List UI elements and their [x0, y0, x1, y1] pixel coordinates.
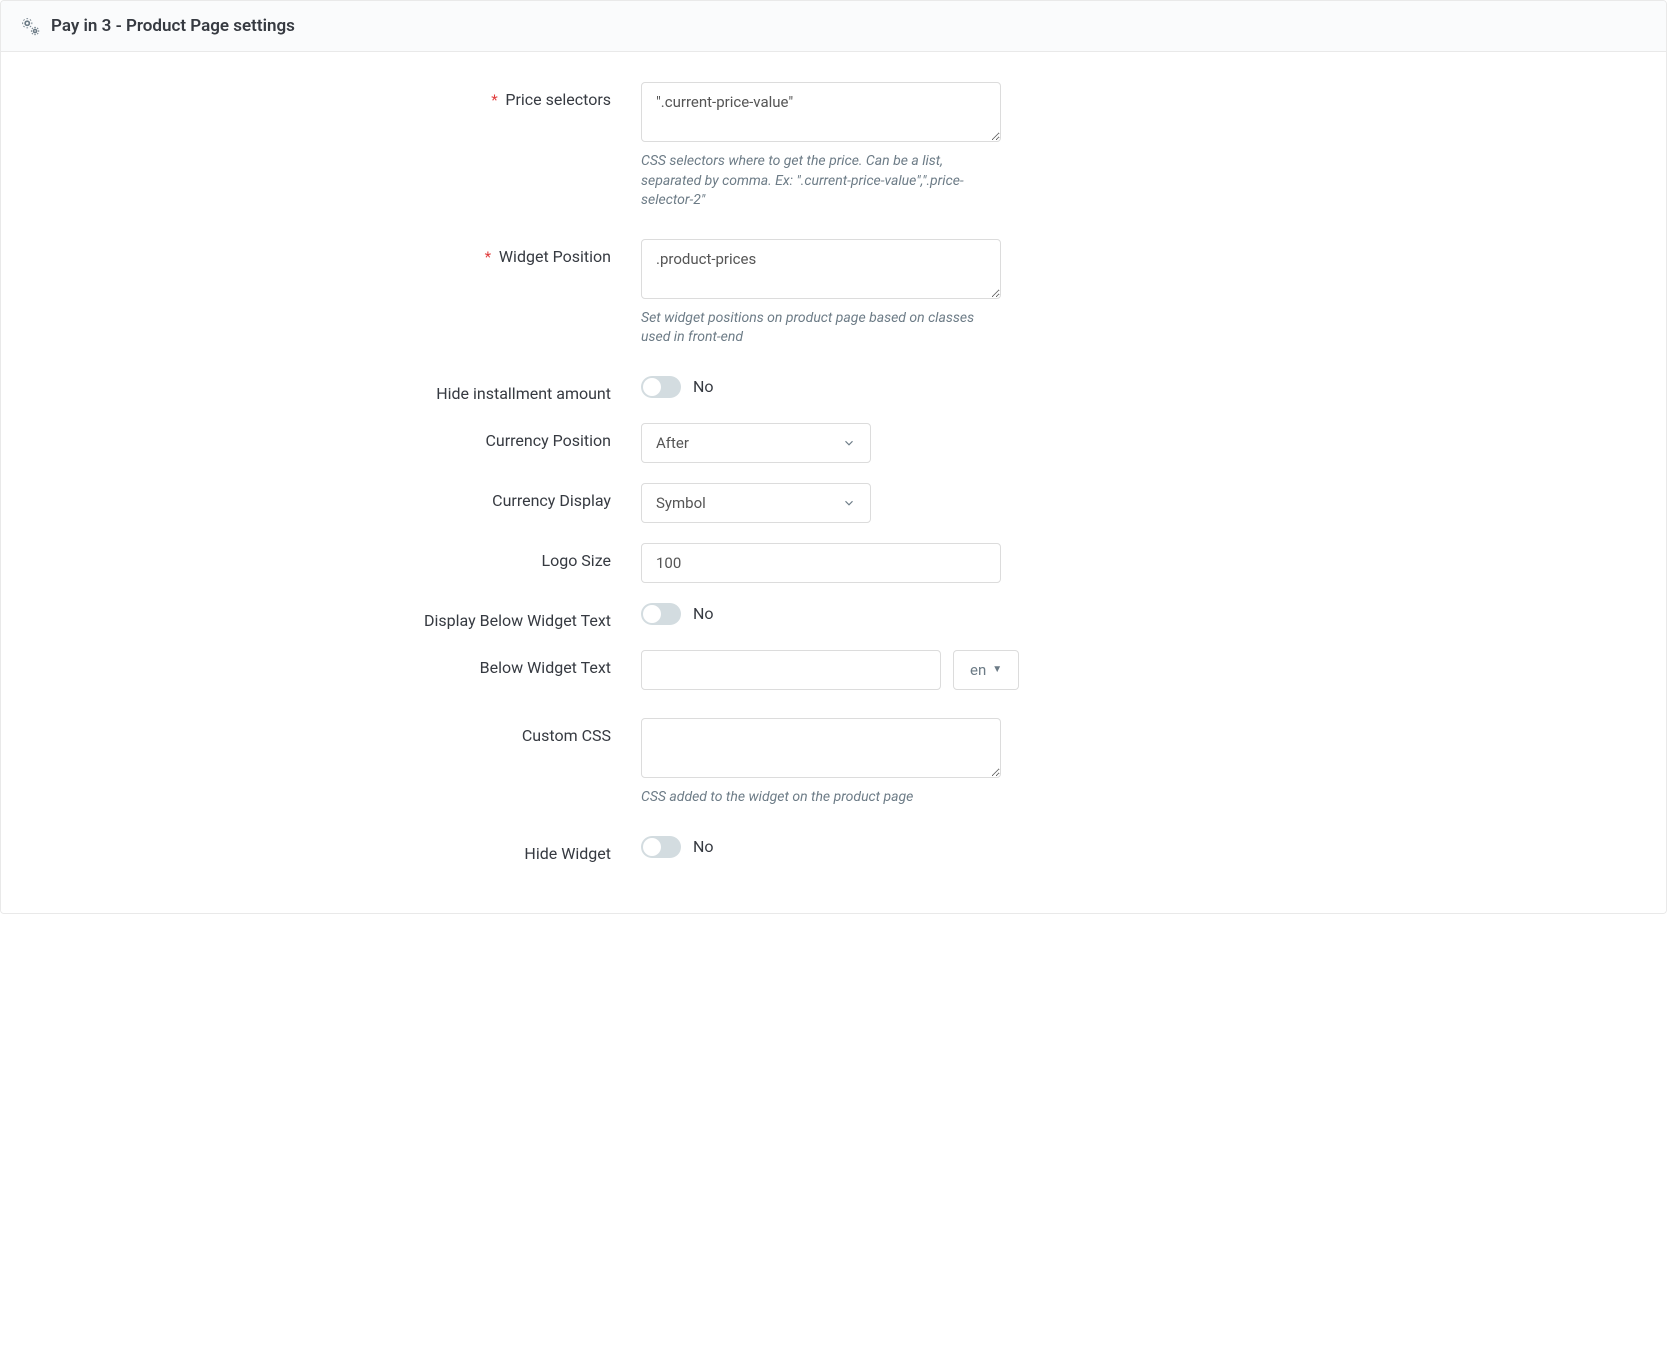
hide-widget-label: Hide Widget — [524, 844, 611, 863]
required-star: * — [485, 248, 491, 266]
row-below-widget-text: Below Widget Text en ▼ — [31, 650, 1626, 690]
control-col: CSS added to the widget on the product p… — [641, 718, 1001, 808]
below-widget-text-input[interactable] — [641, 650, 941, 690]
control-col: No — [641, 836, 714, 858]
widget-position-input[interactable] — [641, 239, 1001, 299]
control-col: Set widget positions on product page bas… — [641, 239, 1001, 348]
panel-header: Pay in 3 - Product Page settings — [1, 1, 1666, 52]
control-row: en ▼ — [641, 650, 1019, 690]
settings-panel: Pay in 3 - Product Page settings * Price… — [0, 0, 1667, 914]
row-logo-size: Logo Size — [31, 543, 1626, 583]
control-col: CSS selectors where to get the price. Ca… — [641, 82, 1001, 211]
panel-title: Pay in 3 - Product Page settings — [51, 16, 295, 36]
gear-icon — [19, 15, 41, 37]
toggle-wrap: No — [641, 836, 714, 858]
custom-css-input[interactable] — [641, 718, 1001, 778]
hide-widget-toggle-text: No — [693, 837, 714, 856]
price-selectors-input[interactable] — [641, 82, 1001, 142]
hide-installment-toggle[interactable] — [641, 376, 681, 398]
currency-position-value: After — [656, 434, 689, 452]
label-col: Display Below Widget Text — [31, 603, 641, 630]
hide-installment-label: Hide installment amount — [436, 384, 611, 403]
caret-down-icon: ▼ — [992, 664, 1002, 675]
logo-size-label: Logo Size — [541, 551, 611, 570]
hide-installment-toggle-text: No — [693, 377, 714, 396]
language-code: en — [970, 661, 986, 679]
display-below-widget-text-toggle-text: No — [693, 604, 714, 623]
label-col: * Widget Position — [31, 239, 641, 266]
row-widget-position: * Widget Position Set widget positions o… — [31, 239, 1626, 348]
label-col: Below Widget Text — [31, 650, 641, 677]
row-price-selectors: * Price selectors CSS selectors where to… — [31, 82, 1626, 211]
row-custom-css: Custom CSS CSS added to the widget on th… — [31, 718, 1626, 808]
row-currency-display: Currency Display Symbol — [31, 483, 1626, 523]
label-col: Hide Widget — [31, 836, 641, 863]
row-hide-installment: Hide installment amount No — [31, 376, 1626, 403]
label-col: Currency Position — [31, 423, 641, 450]
price-selectors-label: Price selectors — [505, 90, 611, 109]
custom-css-help: CSS added to the widget on the product p… — [641, 788, 981, 808]
control-col — [641, 543, 1001, 583]
currency-display-select[interactable]: Symbol — [641, 483, 871, 523]
control-col: en ▼ — [641, 650, 1019, 690]
control-col: After — [641, 423, 871, 463]
currency-display-value: Symbol — [656, 494, 706, 512]
control-col: No — [641, 376, 714, 398]
control-col: No — [641, 603, 714, 625]
price-selectors-help: CSS selectors where to get the price. Ca… — [641, 152, 981, 211]
label-col: Hide installment amount — [31, 376, 641, 403]
required-star: * — [491, 91, 497, 109]
toggle-wrap: No — [641, 603, 714, 625]
language-selector-button[interactable]: en ▼ — [953, 650, 1019, 690]
chevron-down-icon — [842, 496, 856, 510]
row-currency-position: Currency Position After — [31, 423, 1626, 463]
control-col: Symbol — [641, 483, 871, 523]
chevron-down-icon — [842, 436, 856, 450]
currency-display-label: Currency Display — [492, 491, 611, 510]
hide-widget-toggle[interactable] — [641, 836, 681, 858]
display-below-widget-text-toggle[interactable] — [641, 603, 681, 625]
panel-body: * Price selectors CSS selectors where to… — [1, 52, 1666, 913]
below-widget-text-label: Below Widget Text — [480, 658, 611, 677]
label-col: Currency Display — [31, 483, 641, 510]
label-col: Logo Size — [31, 543, 641, 570]
toggle-wrap: No — [641, 376, 714, 398]
logo-size-input[interactable] — [641, 543, 1001, 583]
label-col: Custom CSS — [31, 718, 641, 745]
widget-position-help: Set widget positions on product page bas… — [641, 309, 981, 348]
row-display-below-widget-text: Display Below Widget Text No — [31, 603, 1626, 630]
widget-position-label: Widget Position — [499, 247, 611, 266]
currency-position-select[interactable]: After — [641, 423, 871, 463]
custom-css-label: Custom CSS — [522, 726, 611, 745]
label-col: * Price selectors — [31, 82, 641, 109]
row-hide-widget: Hide Widget No — [31, 836, 1626, 863]
currency-position-label: Currency Position — [485, 431, 611, 450]
display-below-widget-text-label: Display Below Widget Text — [424, 611, 611, 630]
